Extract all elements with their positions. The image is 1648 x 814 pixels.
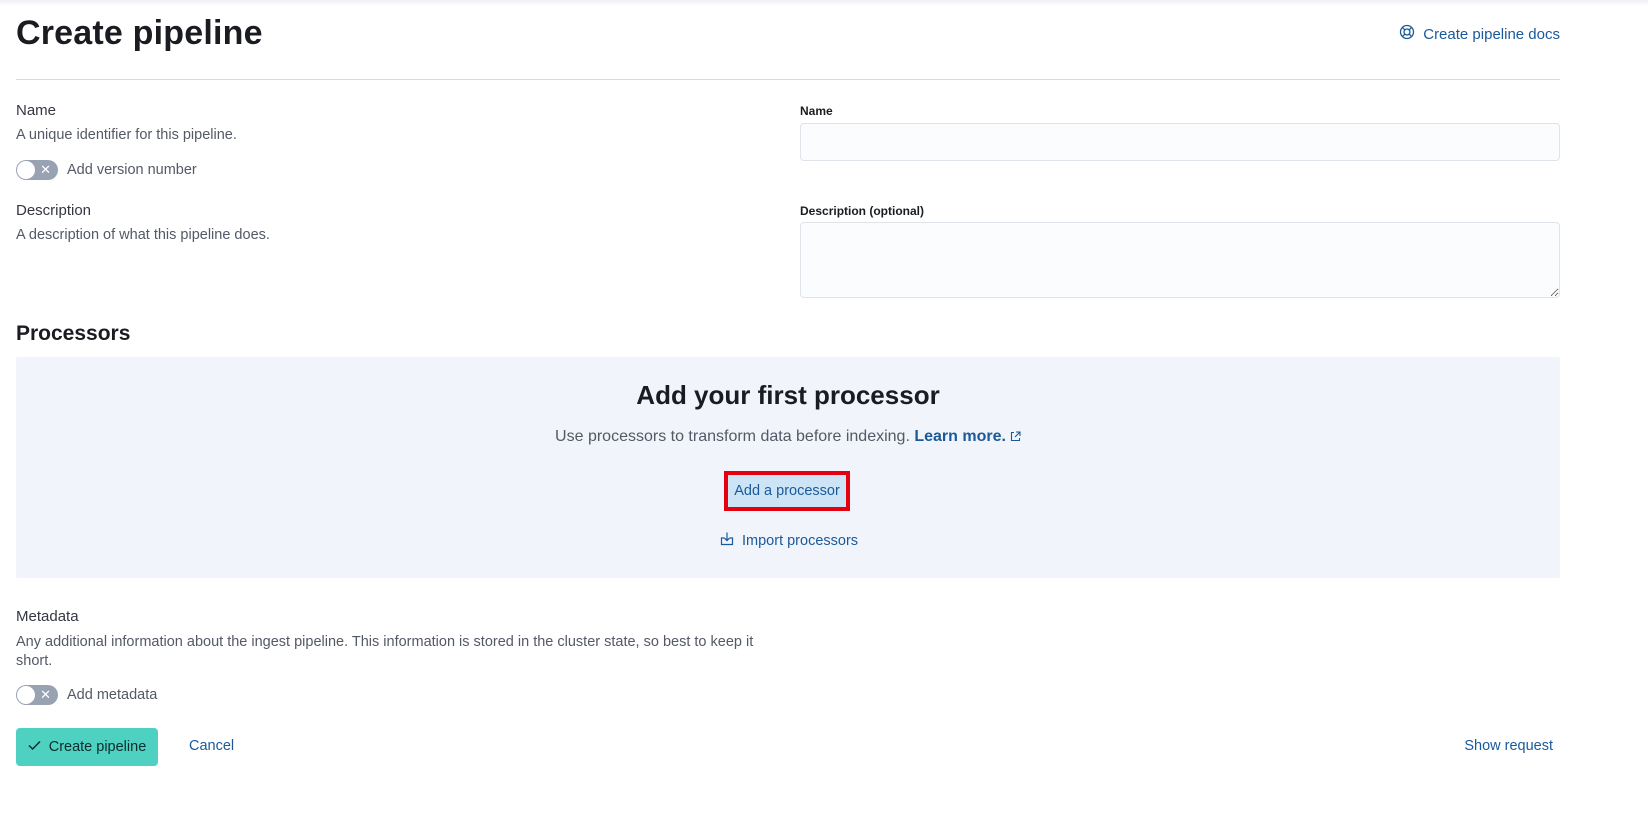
add-metadata-toggle[interactable]: ✕ Add metadata xyxy=(16,685,157,705)
version-switch-knob xyxy=(17,161,35,179)
metadata-section-title: Metadata xyxy=(16,608,79,625)
import-icon xyxy=(719,531,735,551)
name-section-description: A unique identifier for this pipeline. xyxy=(16,127,237,143)
docs-link-label: Create pipeline docs xyxy=(1423,25,1560,43)
metadata-section-description: Any additional information about the ing… xyxy=(16,634,754,669)
name-field-label: Name xyxy=(800,104,833,118)
create-pipeline-button[interactable]: Create pipeline xyxy=(16,728,158,766)
create-pipeline-page: Create pipeline Create pipeline docs Nam… xyxy=(0,0,1648,814)
cross-icon: ✕ xyxy=(40,687,51,702)
learn-more-link[interactable]: Learn more. xyxy=(914,428,1021,445)
cross-icon: ✕ xyxy=(40,162,51,177)
description-section-description: A description of what this pipeline does… xyxy=(16,227,270,243)
top-shadow xyxy=(0,0,1648,6)
empty-prompt-title: Add your first processor xyxy=(636,380,940,410)
empty-prompt-text: Use processors to transform data before … xyxy=(555,428,910,445)
add-metadata-label: Add metadata xyxy=(67,687,158,703)
processors-title: Processors xyxy=(16,322,131,345)
create-pipeline-label: Create pipeline xyxy=(48,739,147,755)
header-divider xyxy=(16,79,1560,80)
empty-prompt-body: Use processors to transform data before … xyxy=(16,428,1560,447)
import-processors-link[interactable]: Import processors xyxy=(719,531,858,551)
description-field-label: Description (optional) xyxy=(800,204,924,218)
metadata-switch-knob xyxy=(17,686,35,704)
name-input[interactable] xyxy=(800,123,1560,161)
description-textarea[interactable] xyxy=(800,222,1560,298)
lifebuoy-icon xyxy=(1399,24,1415,44)
add-version-label: Add version number xyxy=(67,162,197,178)
docs-link[interactable]: Create pipeline docs xyxy=(1399,24,1560,44)
page-title: Create pipeline xyxy=(16,14,263,52)
check-icon xyxy=(28,739,41,755)
processors-empty-panel: Add your first processor Use processors … xyxy=(16,357,1560,578)
description-section-title: Description xyxy=(16,202,92,219)
cancel-link[interactable]: Cancel xyxy=(189,738,234,754)
name-section-title: Name xyxy=(16,102,57,119)
add-processor-button[interactable]: Add a processor xyxy=(724,471,850,511)
import-processors-label: Import processors xyxy=(742,533,859,549)
show-request-link[interactable]: Show request xyxy=(1464,738,1553,754)
learn-more-label: Learn more. xyxy=(914,428,1006,445)
add-version-toggle[interactable]: ✕ Add version number xyxy=(16,160,197,180)
metadata-switch-track[interactable]: ✕ xyxy=(16,685,58,705)
external-link-icon xyxy=(1010,429,1021,447)
version-switch-track[interactable]: ✕ xyxy=(16,160,58,180)
